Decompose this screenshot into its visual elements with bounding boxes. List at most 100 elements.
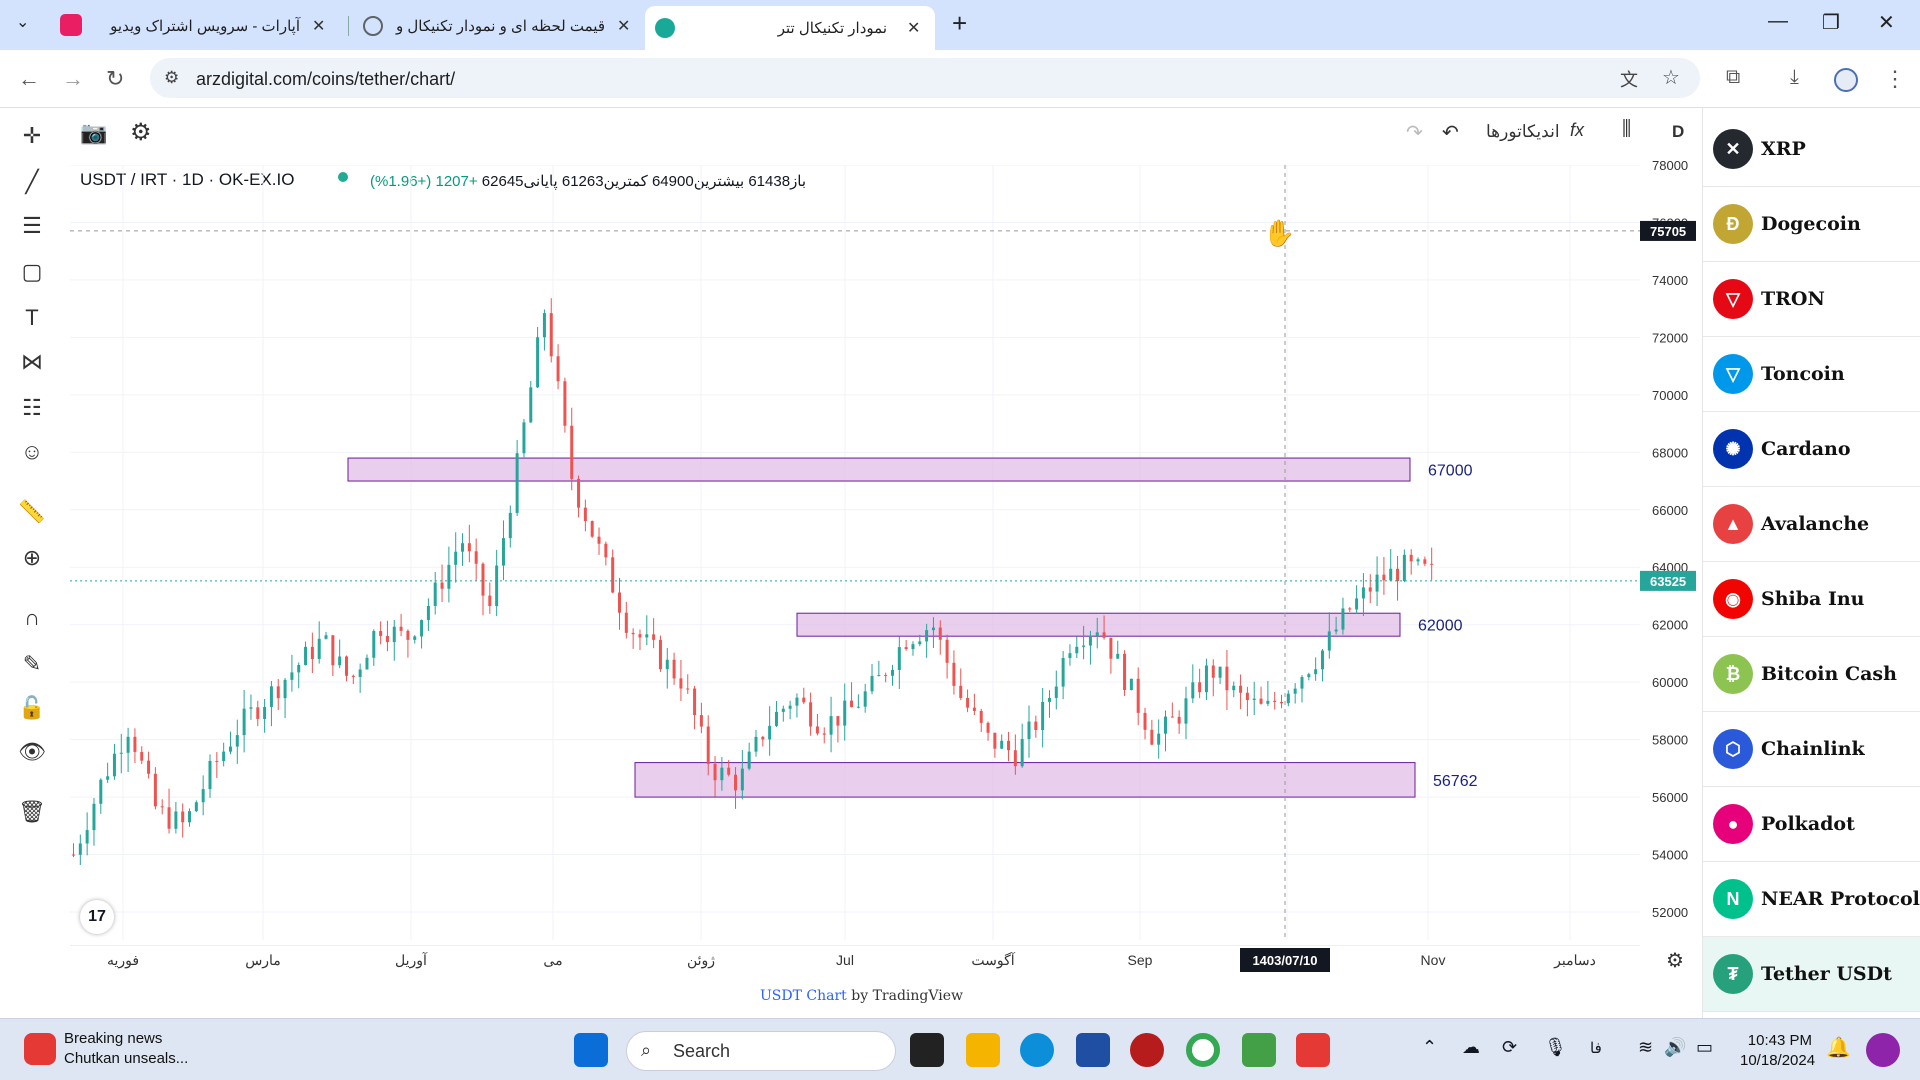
- minimize-button[interactable]: —: [1768, 10, 1788, 33]
- coin-item-cardano[interactable]: ✺ Cardano: [1703, 412, 1920, 487]
- candle-body: [795, 697, 799, 706]
- notification-bell-icon[interactable]: 🔔: [1826, 1035, 1851, 1060]
- coin-item-bitcoin-cash[interactable]: ₿ Bitcoin Cash: [1703, 637, 1920, 712]
- menu-icon[interactable]: ⋮: [1884, 66, 1906, 92]
- clock[interactable]: 10:43 PM 10/18/2024: [1740, 1031, 1815, 1071]
- crosshair-icon[interactable]: ✛: [18, 122, 46, 150]
- coin-item-chainlink[interactable]: ⬡ Chainlink: [1703, 712, 1920, 787]
- candle-type-icon[interactable]: ⫼: [1622, 118, 1631, 141]
- close-window-button[interactable]: ✕: [1878, 10, 1895, 35]
- chevron-up-icon[interactable]: ⌃: [1422, 1037, 1437, 1058]
- candle-body: [802, 697, 806, 703]
- projection-icon[interactable]: ☷: [18, 394, 46, 422]
- reload-icon[interactable]: ↻: [106, 66, 124, 92]
- candle-body: [153, 773, 157, 807]
- hide-icon[interactable]: 👁: [18, 738, 46, 766]
- tab-close-icon[interactable]: ✕: [907, 18, 920, 38]
- camera-icon[interactable]: 📷: [80, 120, 107, 146]
- coin-item-near-protocol[interactable]: N NEAR Protocol: [1703, 862, 1920, 937]
- indicators-button[interactable]: اندیکاتورها: [1486, 122, 1560, 142]
- search-icon: ⌕: [641, 1040, 652, 1060]
- url-text[interactable]: arzdigital.com/coins/tether/chart/: [196, 69, 455, 90]
- chrome-icon[interactable]: [1186, 1033, 1220, 1067]
- tab-price-chart[interactable]: قیمت لحظه ای و نمودار تکنیکال و ✕: [355, 6, 645, 46]
- time-axis[interactable]: فوریه مارس آوریل می ژوئن Jul آگوست Sep Nov دسامبر…: [70, 945, 1702, 975]
- search-label: Search: [673, 1040, 731, 1061]
- ruler-icon[interactable]: 📏: [18, 498, 46, 526]
- coin-item-shiba-inu[interactable]: ◉ Shiba Inu: [1703, 562, 1920, 637]
- app-p-icon[interactable]: [1130, 1033, 1164, 1067]
- coin-item-dogecoin[interactable]: Ð Dogecoin: [1703, 187, 1920, 262]
- trash-icon[interactable]: 🗑: [18, 798, 46, 826]
- tab-search-icon[interactable]: ⌄: [16, 12, 29, 32]
- coin-item-polkadot[interactable]: ● Polkadot: [1703, 787, 1920, 862]
- lock-icon[interactable]: 🔓: [18, 694, 46, 722]
- redo-icon[interactable]: ↷: [1406, 120, 1423, 145]
- mic-icon[interactable]: 🎙: [1544, 1037, 1567, 1058]
- tab-tether-chart[interactable]: نمودار تکنیکال تتر ✕: [645, 6, 935, 50]
- battery-icon[interactable]: ▭: [1696, 1037, 1713, 1058]
- translate-icon[interactable]: 文: [1620, 66, 1638, 92]
- maximize-button[interactable]: ❐: [1822, 10, 1840, 35]
- task-view-icon[interactable]: [910, 1033, 944, 1067]
- coin-item-xrp[interactable]: ✕ XRP: [1703, 112, 1920, 187]
- candle-body: [836, 716, 840, 726]
- copilot-icon[interactable]: [1866, 1033, 1900, 1067]
- stay-drawing-icon[interactable]: ✎: [18, 650, 46, 678]
- coin-item-toncoin[interactable]: ▽ Toncoin: [1703, 337, 1920, 412]
- tab-close-icon[interactable]: ✕: [617, 16, 630, 36]
- wifi-icon[interactable]: ≋: [1638, 1037, 1653, 1058]
- back-icon[interactable]: ←: [18, 66, 40, 92]
- news-widget-icon[interactable]: [24, 1033, 56, 1065]
- sync-icon[interactable]: ⟳: [1502, 1037, 1517, 1058]
- coin-item-avalanche[interactable]: ▲ Avalanche: [1703, 487, 1920, 562]
- candle-body: [133, 736, 137, 752]
- tab-close-icon[interactable]: ✕: [312, 16, 325, 36]
- candle-body: [1239, 685, 1243, 693]
- edge-icon[interactable]: [1020, 1033, 1054, 1067]
- credit-link[interactable]: USDT Chart: [760, 988, 847, 1004]
- emoji-icon[interactable]: ☺: [18, 438, 46, 466]
- undo-icon[interactable]: ↶: [1442, 120, 1459, 145]
- taskbar-search[interactable]: ⌕ Search: [626, 1031, 896, 1071]
- fx-icon[interactable]: fx: [1570, 120, 1584, 141]
- omnibox[interactable]: ⚙ arzdigital.com/coins/tether/chart/ 文 ☆: [150, 58, 1700, 98]
- magnet-icon[interactable]: ∩: [18, 604, 46, 632]
- candle-body: [99, 779, 103, 804]
- bookmark-star-icon[interactable]: ☆: [1662, 65, 1680, 90]
- tab-aparat[interactable]: آپارات - سرویس اشتراک ویدیو ✕: [100, 6, 340, 46]
- tradingview-logo-icon[interactable]: 17: [80, 900, 114, 934]
- profile-avatar[interactable]: [1834, 68, 1858, 92]
- candle-body: [501, 538, 505, 566]
- download-icon[interactable]: ⤓: [1790, 66, 1799, 89]
- candle-body: [911, 644, 915, 650]
- windows-start-icon[interactable]: [574, 1033, 608, 1067]
- app-icon[interactable]: [60, 14, 82, 36]
- coin-item-tron[interactable]: ▽ TRON: [1703, 262, 1920, 337]
- candle-body: [624, 612, 628, 633]
- camtasia-green-icon[interactable]: [1242, 1033, 1276, 1067]
- camtasia-red-icon[interactable]: [1296, 1033, 1330, 1067]
- new-tab-button[interactable]: +: [952, 8, 967, 39]
- volume-icon[interactable]: 🔊: [1664, 1037, 1686, 1058]
- forward-icon[interactable]: →: [62, 66, 84, 92]
- news-widget[interactable]: Breaking news Chutkan unseals...: [64, 1029, 188, 1069]
- settings-gear-icon[interactable]: ⚙: [130, 118, 152, 147]
- file-explorer-icon[interactable]: [966, 1033, 1000, 1067]
- pattern-icon[interactable]: ⋈: [18, 348, 46, 376]
- zoom-in-icon[interactable]: ⊕: [18, 544, 46, 572]
- store-icon[interactable]: [1076, 1033, 1110, 1067]
- site-info-icon[interactable]: ⚙: [164, 68, 179, 88]
- text-icon[interactable]: T: [18, 304, 46, 332]
- price-axis[interactable]: 7800076000740007200070000680006600064000…: [1640, 108, 1702, 948]
- language-indicator[interactable]: فا: [1590, 1039, 1602, 1057]
- candle-body: [474, 551, 478, 564]
- extensions-icon[interactable]: ⧉: [1726, 66, 1740, 89]
- fib-lines-icon[interactable]: ☰: [18, 212, 46, 240]
- candle-body: [447, 564, 451, 589]
- coin-item-tether-usdt[interactable]: ₮ Tether USDt: [1703, 937, 1920, 1012]
- cloud-icon[interactable]: ☁: [1462, 1037, 1480, 1058]
- trend-line-icon[interactable]: ╱: [18, 168, 46, 196]
- rectangle-icon[interactable]: ▢: [18, 258, 46, 286]
- price-chart[interactable]: 67000 62000 56762: [70, 165, 1640, 945]
